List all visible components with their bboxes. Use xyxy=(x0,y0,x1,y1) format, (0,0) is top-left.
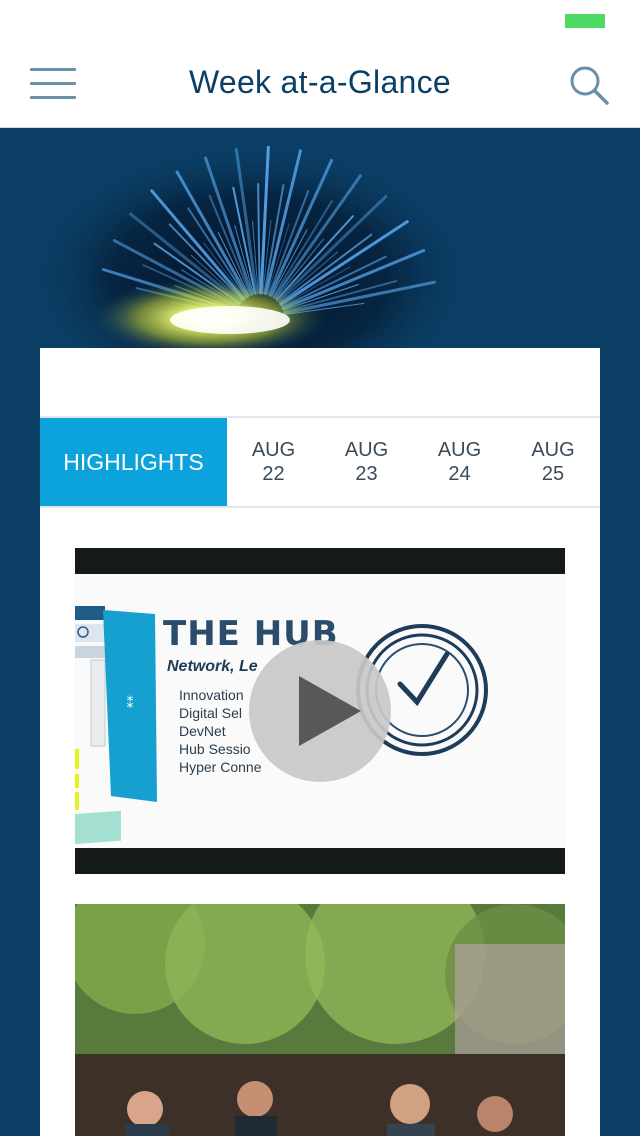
status-bar xyxy=(0,0,640,40)
nav-bar: Week at-a-Glance xyxy=(0,40,640,128)
card-header xyxy=(40,348,600,418)
tab-aug-24[interactable]: AUG 24 xyxy=(413,418,506,506)
content-card: HIGHLIGHTS AUG 22 AUG 23 AUG 24 AUG 25 ⁑… xyxy=(40,348,600,1136)
search-button[interactable] xyxy=(568,64,610,106)
tab-aug-22[interactable]: AUG 22 xyxy=(227,418,320,506)
video-thumbnail: ⁑ THE HUB Network, Le Innovation Digital… xyxy=(75,574,565,848)
photo-image xyxy=(75,904,565,1136)
play-icon xyxy=(299,676,361,746)
video-subheading: Network, Le xyxy=(167,658,258,675)
tab-highlights[interactable]: HIGHLIGHTS xyxy=(40,418,227,506)
tab-day: 23 xyxy=(355,463,378,485)
tab-day: 24 xyxy=(448,463,471,485)
tab-month: AUG xyxy=(344,439,389,461)
page-title: Week at-a-Glance xyxy=(188,64,452,100)
day-tabs: HIGHLIGHTS AUG 22 AUG 23 AUG 24 AUG 25 xyxy=(40,418,600,508)
tab-month: AUG xyxy=(531,439,575,461)
search-icon xyxy=(570,66,609,105)
light-burst-graphic xyxy=(20,138,480,348)
tab-aug-23[interactable]: AUG 23 xyxy=(320,418,413,506)
tab-label: HIGHLIGHTS xyxy=(63,448,204,475)
tab-day: 22 xyxy=(262,463,285,485)
play-button[interactable] xyxy=(249,640,391,782)
tab-month: AUG xyxy=(251,439,296,461)
event-photo[interactable] xyxy=(75,904,565,1136)
tab-month: AUG xyxy=(437,439,482,461)
battery-icon xyxy=(565,14,605,28)
tab-day: 25 xyxy=(541,463,565,485)
tab-aug-25[interactable]: AUG 25 xyxy=(506,418,600,506)
svg-text:⁑: ⁑ xyxy=(127,695,134,711)
hero-banner xyxy=(0,128,640,348)
video-player[interactable]: ⁑ THE HUB Network, Le Innovation Digital… xyxy=(75,548,565,874)
